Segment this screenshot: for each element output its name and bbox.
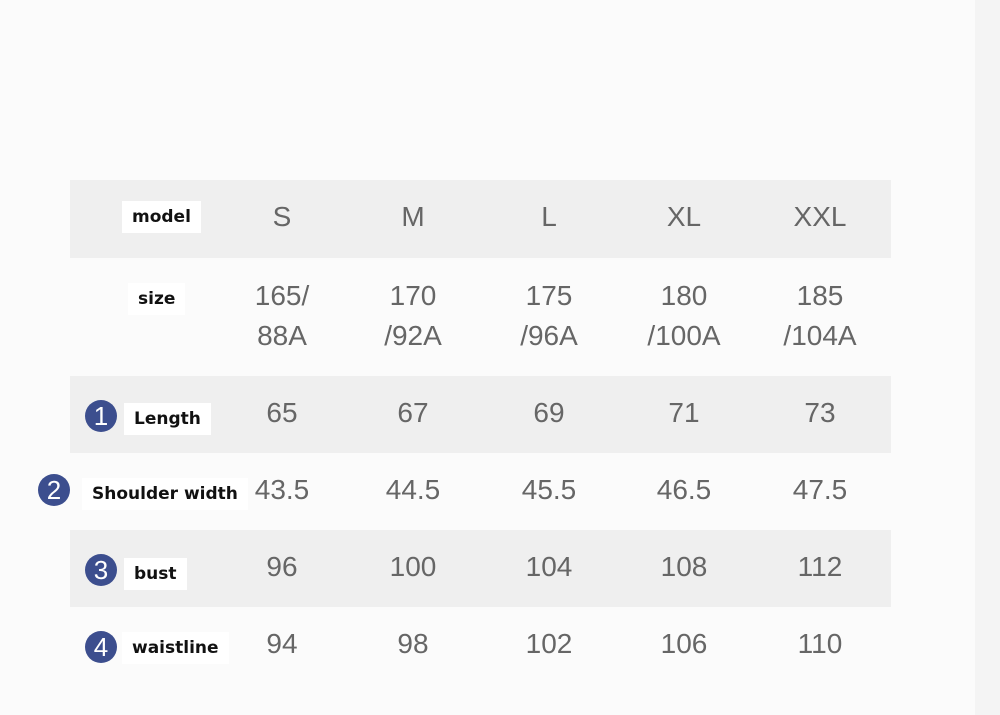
table-cell: 175 /96A (520, 280, 578, 351)
number-badge-icon: 4 (85, 631, 117, 663)
table-cell: 165/ 88A (254, 280, 310, 351)
row-label: Length (124, 403, 211, 435)
table-cell: 180 /100A (647, 280, 721, 351)
table-cell: 43.5 (254, 473, 310, 505)
edge-strip (975, 0, 1000, 715)
table-cell: 106 (660, 628, 708, 659)
table-cell: 185 /104A (783, 280, 857, 351)
table-cell: 71 (668, 396, 700, 428)
table-cell: S (272, 201, 292, 232)
row-label: Shoulder width (82, 478, 248, 510)
table-cell: 45.5 (521, 473, 577, 505)
table-cell: 104 (525, 550, 573, 582)
row-label: model (122, 201, 201, 233)
table-cell: 96 (266, 550, 298, 582)
table-cell: 65 (266, 396, 298, 428)
table-cell: 102 (525, 628, 573, 659)
table-cell: 69 (533, 396, 565, 428)
row-label: bust (124, 558, 187, 590)
number-badge-icon: 3 (85, 554, 117, 586)
table-row-size (70, 258, 891, 376)
table-cell: 44.5 (385, 473, 441, 505)
table-cell: 108 (660, 550, 708, 582)
row-label: size (128, 283, 186, 315)
table-cell: 94 (266, 628, 298, 659)
table-cell: 110 (797, 628, 843, 659)
table-cell: M (401, 201, 425, 232)
table-cell: 47.5 (792, 473, 848, 505)
number-badge-icon: 2 (38, 474, 70, 506)
number-badge-icon: 1 (85, 400, 117, 432)
table-cell: 112 (797, 550, 843, 582)
table-cell: XXL (793, 201, 847, 232)
table-cell: 73 (804, 396, 836, 428)
table-cell: 98 (397, 628, 429, 659)
table-row-bust (70, 530, 891, 607)
table-cell: 100 (389, 550, 437, 582)
row-label: waistline (122, 632, 229, 664)
table-cell: 170 /92A (384, 280, 442, 351)
table-cell: 67 (397, 396, 429, 428)
table-cell: L (541, 201, 557, 232)
table-cell: 46.5 (656, 473, 712, 505)
table-cell: XL (666, 201, 702, 232)
